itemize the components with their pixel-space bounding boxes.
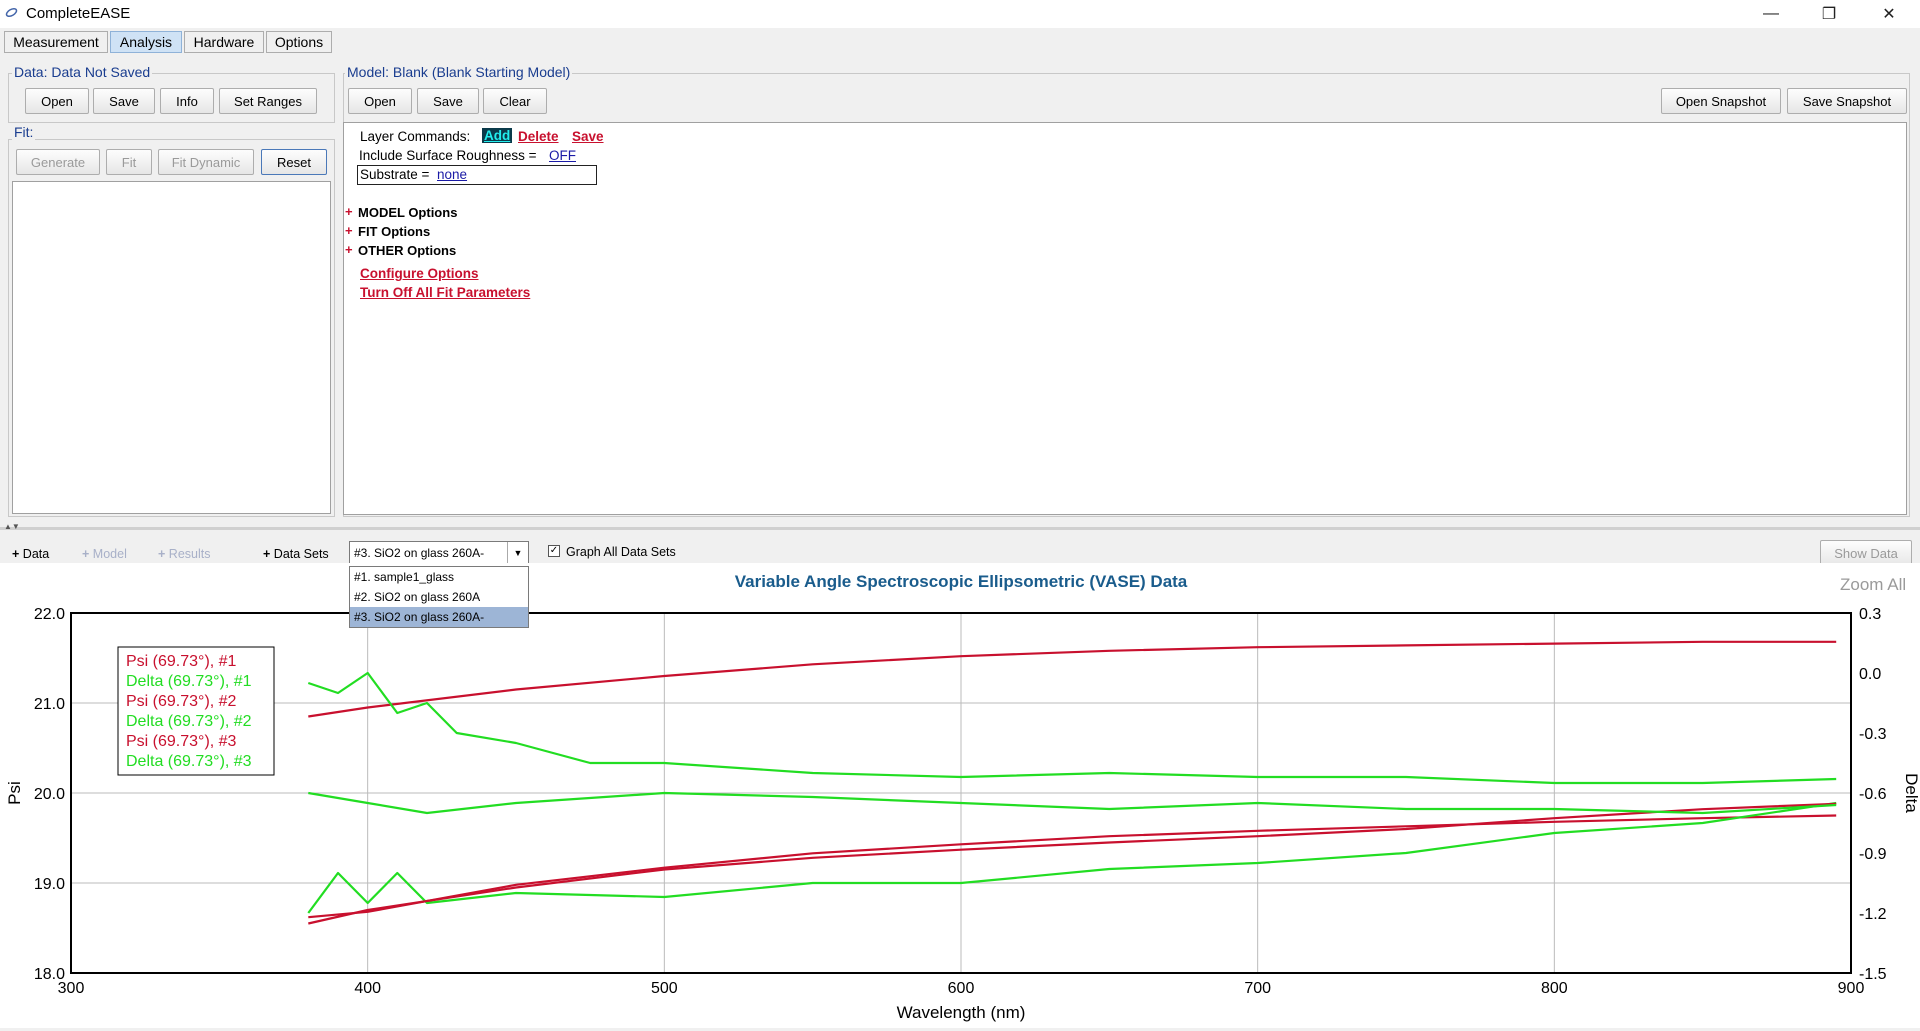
splitter[interactable]	[0, 527, 1920, 530]
results-toggle-label: Results	[168, 547, 211, 561]
dropdown-item[interactable]: #2. SiO2 on glass 260A	[350, 587, 528, 607]
data-set-dropdown: #1. sample1_glass #2. SiO2 on glass 260A…	[349, 566, 529, 628]
y-tick-label: 19.0	[34, 876, 65, 893]
x-axis-label: Wavelength (nm)	[897, 1003, 1026, 1022]
tab-hardware[interactable]: Hardware	[184, 31, 264, 53]
model-save-button[interactable]: Save	[417, 88, 479, 114]
model-toggle[interactable]: + Model	[82, 547, 127, 561]
close-button[interactable]: ✕	[1866, 0, 1912, 28]
x-tick-label: 400	[354, 980, 381, 997]
y2-axis-label: Delta	[1902, 773, 1920, 813]
layer-add-link[interactable]: Add	[482, 128, 513, 143]
x-tick-label: 700	[1244, 980, 1271, 997]
dropdown-item[interactable]: #1. sample1_glass	[350, 567, 528, 587]
series-line-6	[308, 791, 1837, 815]
substrate-label: Substrate =	[360, 167, 430, 182]
data-save-button[interactable]: Save	[93, 88, 155, 114]
series-line-1	[308, 640, 1837, 718]
window-title: CompleteEASE	[26, 5, 131, 22]
title-bar	[0, 0, 1920, 28]
y2-tick-label: -1.2	[1859, 906, 1887, 923]
expand-other-options-icon[interactable]: +	[345, 242, 353, 257]
y2-tick-label: -1.5	[1859, 966, 1887, 983]
expand-model-options-icon[interactable]: +	[345, 204, 353, 219]
layer-commands-label: Layer Commands:	[360, 129, 471, 144]
legend-entry: Delta (69.73°), #3	[126, 753, 252, 770]
turn-off-fit-parameters-link[interactable]: Turn Off All Fit Parameters	[360, 285, 530, 300]
legend-entry: Delta (69.73°), #2	[126, 713, 252, 730]
roughness-label: Include Surface Roughness =	[359, 148, 537, 163]
data-set-selected-value: #3. SiO2 on glass 260A-	[354, 546, 485, 560]
save-snapshot-button[interactable]: Save Snapshot	[1787, 88, 1907, 114]
roughness-toggle[interactable]: OFF	[549, 148, 576, 163]
fit-options-label[interactable]: FIT Options	[358, 224, 430, 239]
data-open-button[interactable]: Open	[25, 88, 89, 114]
data-toggle-label: Data	[22, 547, 50, 561]
x-tick-label: 800	[1541, 980, 1568, 997]
graph-all-checkbox[interactable]: ✓	[548, 545, 560, 557]
data-info-button[interactable]: Info	[160, 88, 214, 114]
data-set-select[interactable]: #3. SiO2 on glass 260A- ▼	[349, 541, 529, 564]
y2-tick-label: -0.6	[1859, 786, 1887, 803]
legend-entry: Psi (69.73°), #1	[126, 653, 237, 670]
fit-panel-title: Fit:	[12, 124, 36, 140]
series-line-2	[307, 671, 1837, 785]
reset-button[interactable]: Reset	[261, 149, 327, 175]
series-line-5	[308, 802, 1837, 925]
generate-button[interactable]: Generate	[16, 149, 100, 175]
x-tick-label: 600	[948, 980, 975, 997]
y2-tick-label: -0.9	[1859, 846, 1887, 863]
data-toggle[interactable]: + Data	[12, 547, 49, 561]
vase-chart: Variable Angle Spectroscopic Ellipsometr…	[5, 572, 1920, 1022]
restore-button[interactable]: ❐	[1806, 0, 1852, 28]
tab-analysis[interactable]: Analysis	[110, 31, 182, 53]
model-clear-button[interactable]: Clear	[483, 88, 547, 114]
minimize-button[interactable]: —	[1748, 0, 1794, 28]
y2-tick-label: -0.3	[1859, 726, 1887, 743]
graph-all-label: Graph All Data Sets	[566, 545, 676, 559]
splitter-arrows-icon[interactable]: ▲▼	[4, 522, 20, 531]
chevron-down-icon[interactable]: ▼	[507, 542, 528, 563]
expand-fit-options-icon[interactable]: +	[345, 223, 353, 238]
legend-entry: Psi (69.73°), #3	[126, 733, 237, 750]
series-line-3	[308, 814, 1837, 919]
results-toggle[interactable]: + Results	[158, 547, 210, 561]
data-sets-toggle[interactable]: + Data Sets	[263, 547, 329, 561]
x-tick-label: 500	[651, 980, 678, 997]
set-ranges-button[interactable]: Set Ranges	[219, 88, 317, 114]
configure-options-link[interactable]: Configure Options	[360, 266, 479, 281]
app-icon	[5, 7, 18, 18]
model-open-button[interactable]: Open	[348, 88, 412, 114]
fit-button[interactable]: Fit	[106, 149, 152, 175]
y-axis-label: Psi	[5, 781, 24, 805]
legend-entry: Psi (69.73°), #2	[126, 693, 237, 710]
tab-options[interactable]: Options	[266, 31, 332, 53]
chart-area: Variable Angle Spectroscopic Ellipsometr…	[0, 563, 1920, 1028]
y2-tick-label: 0.0	[1859, 666, 1881, 683]
y-tick-label: 21.0	[34, 696, 65, 713]
other-options-label[interactable]: OTHER Options	[358, 243, 456, 258]
legend-entry: Delta (69.73°), #1	[126, 673, 252, 690]
tab-measurement[interactable]: Measurement	[4, 31, 108, 53]
y-tick-label: 18.0	[34, 966, 65, 983]
dropdown-item-selected[interactable]: #3. SiO2 on glass 260A-	[350, 607, 528, 627]
data-sets-label: Data Sets	[273, 547, 329, 561]
model-toggle-label: Model	[92, 547, 127, 561]
substrate-value-link[interactable]: none	[437, 167, 467, 182]
layer-save-link[interactable]: Save	[572, 129, 604, 144]
fit-dynamic-button[interactable]: Fit Dynamic	[158, 149, 254, 175]
fit-results-area	[12, 181, 331, 514]
open-snapshot-button[interactable]: Open Snapshot	[1661, 88, 1781, 114]
y-tick-label: 20.0	[34, 786, 65, 803]
zoom-all-button[interactable]: Zoom All	[1840, 575, 1906, 595]
data-panel-title: Data: Data Not Saved	[12, 64, 153, 80]
y-tick-label: 22.0	[34, 606, 65, 623]
chart-title: Variable Angle Spectroscopic Ellipsometr…	[735, 572, 1188, 591]
model-options-label[interactable]: MODEL Options	[358, 205, 457, 220]
model-panel-title: Model: Blank (Blank Starting Model)	[345, 64, 573, 80]
layer-delete-link[interactable]: Delete	[518, 129, 559, 144]
y2-tick-label: 0.3	[1859, 606, 1881, 623]
